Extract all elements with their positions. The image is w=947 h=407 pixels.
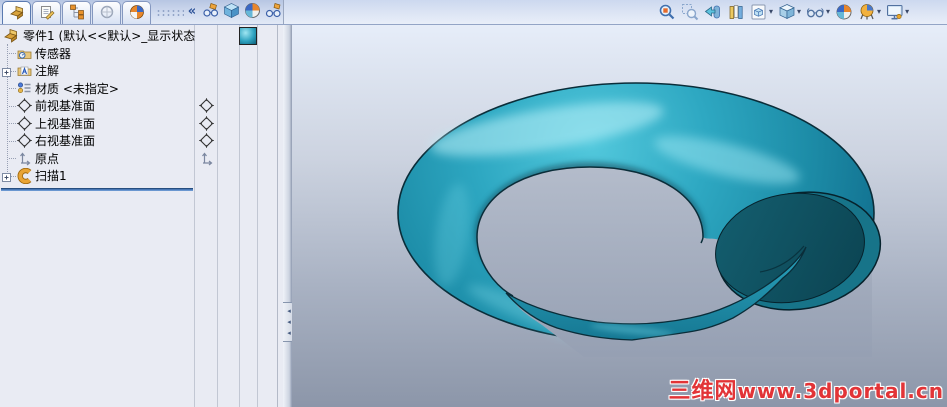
panel-tabs (2, 1, 152, 24)
view-orientation-icon (750, 3, 768, 21)
graphics-viewport[interactable]: 三维网www.3dportal.cn (292, 25, 947, 407)
tree-item-label: 材质 <未指定> (35, 81, 119, 96)
part-icon (3, 27, 19, 46)
filter-tree-icon (202, 2, 219, 22)
tree-item-right-plane[interactable]: 右视基准面 (2, 132, 192, 150)
tree-item-material[interactable]: 材质 <未指定> (2, 80, 192, 98)
tree-item-label: 前视基准面 (35, 99, 96, 114)
display-pane-divider (194, 25, 195, 407)
tab-feature-manager[interactable] (2, 1, 31, 24)
solidworks-window: « ▾ ▾ ▾ ▾ ▾ 零件1 (默认<<默认>_显示状态 传感器 注解 材质 … (0, 0, 947, 407)
display-style-dropdown[interactable]: ▾ (797, 2, 801, 22)
section-view-button[interactable] (726, 2, 746, 22)
display-pane-divider (217, 25, 218, 407)
expand-plus-icon[interactable] (2, 66, 11, 80)
display-pane-plane-icon[interactable] (199, 98, 214, 116)
edit-appearance-button[interactable] (834, 2, 854, 22)
property-manager-tab-icon (39, 4, 55, 23)
display-pane-plane-icon[interactable] (199, 133, 214, 151)
tab-property-manager[interactable] (32, 1, 61, 24)
display-style-icon (778, 3, 796, 21)
splitter-arrow-icon: ◂ (287, 328, 291, 337)
feature-manager-panel: 零件1 (默认<<默认>_显示状态 传感器 注解 材质 <未指定> 前视基准面 … (0, 25, 283, 407)
edit-appearance-icon (835, 3, 853, 21)
tree-item-top-plane[interactable]: 上视基准面 (2, 115, 192, 133)
view-orientation-dropdown[interactable]: ▾ (769, 2, 773, 22)
hide-show-items-button[interactable]: ▾ (805, 2, 831, 22)
section-view-icon (727, 3, 745, 21)
tree-item-sweep1[interactable]: 扫描1 (2, 167, 192, 185)
display-pane-origin-icon[interactable] (199, 151, 214, 169)
filter-glasses-icon (265, 2, 282, 22)
hide-show-items-icon (806, 3, 825, 21)
watermark-brand: 三维网 (668, 379, 738, 404)
zoom-to-area-icon (681, 3, 699, 21)
display-pane-divider (239, 25, 240, 407)
display-pane-divider (257, 25, 258, 407)
apply-scene-icon (858, 3, 876, 21)
sweep-icon (17, 167, 33, 187)
appearance-sphere-icon[interactable] (239, 27, 257, 45)
apply-scene-dropdown[interactable]: ▾ (877, 2, 881, 22)
panel-edge (277, 25, 278, 407)
expand-plus-icon[interactable] (2, 171, 11, 185)
display-manager-tab-icon (129, 4, 145, 23)
heads-up-view-toolbar: ▾ ▾ ▾ ▾ ▾ (657, 2, 910, 22)
filter-glasses-button[interactable] (264, 3, 282, 21)
filter-tree-button[interactable] (201, 3, 219, 21)
feature-manager-header-icons (201, 3, 282, 21)
tree-item-annotations[interactable]: 注解 (2, 62, 192, 80)
apply-scene-button[interactable]: ▾ (857, 2, 882, 22)
view-orientation-button[interactable]: ▾ (749, 2, 774, 22)
material-icon (17, 81, 32, 99)
tree-item-front-plane[interactable]: 前视基准面 (2, 97, 192, 115)
feature-tree-tab-icon (9, 4, 25, 23)
view-settings-icon (886, 3, 904, 21)
appearance-ball-icon (244, 2, 261, 22)
dimxpert-tab-icon (99, 4, 115, 23)
tree-item-label: 零件1 (默认<<默认>_显示状态 (23, 29, 196, 44)
model-sweep-solid[interactable] (292, 25, 947, 407)
annotations-folder-icon (17, 63, 32, 81)
toolbar-grip[interactable] (156, 9, 184, 16)
hide-show-items-dropdown[interactable]: ▾ (826, 2, 830, 22)
tree-item-label: 上视基准面 (35, 116, 96, 131)
tree-item-label: 扫描1 (35, 169, 67, 184)
tree-item-label: 传感器 (35, 46, 72, 61)
view-settings-dropdown[interactable]: ▾ (905, 2, 909, 22)
collapse-panel-button[interactable]: « (186, 3, 198, 21)
zoom-to-fit-icon (658, 3, 676, 21)
plane-icon (17, 115, 32, 134)
plane-icon (17, 98, 32, 116)
tab-display-manager[interactable] (122, 1, 151, 24)
display-pane-cube-icon (223, 2, 240, 22)
zoom-to-area-button[interactable] (680, 2, 700, 22)
rollback-bar[interactable] (1, 188, 193, 191)
tree-item-label: 注解 (35, 64, 60, 79)
watermark: 三维网www.3dportal.cn (668, 373, 944, 405)
origin-icon (17, 151, 32, 169)
tree-item-part-root[interactable]: 零件1 (默认<<默认>_显示状态 (2, 27, 196, 46)
tab-dimxpert-manager[interactable] (92, 1, 121, 24)
tree-item-label: 原点 (35, 151, 60, 166)
display-style-button[interactable]: ▾ (777, 2, 802, 22)
splitter-arrow-icon: ◂ (287, 317, 291, 326)
tree-item-origin[interactable]: 原点 (2, 150, 192, 168)
display-pane-plane-icon[interactable] (199, 115, 214, 134)
previous-view-button[interactable] (703, 2, 723, 22)
previous-view-icon (704, 3, 722, 21)
appearance-ball-button[interactable] (243, 3, 261, 21)
watermark-url: www.3dportal.cn (737, 379, 944, 403)
display-pane-cube-button[interactable] (222, 3, 240, 21)
tree-item-label: 右视基准面 (35, 134, 96, 149)
splitter-arrow-icon: ◂ (287, 306, 291, 315)
configuration-manager-tab-icon (69, 4, 85, 23)
tree-item-sensors[interactable]: 传感器 (2, 45, 192, 63)
tab-configuration-manager[interactable] (62, 1, 91, 24)
plane-icon (17, 133, 32, 151)
zoom-to-fit-button[interactable] (657, 2, 677, 22)
view-settings-button[interactable]: ▾ (885, 2, 910, 22)
sensors-folder-icon (17, 46, 32, 64)
panel-splitter[interactable] (283, 25, 292, 407)
